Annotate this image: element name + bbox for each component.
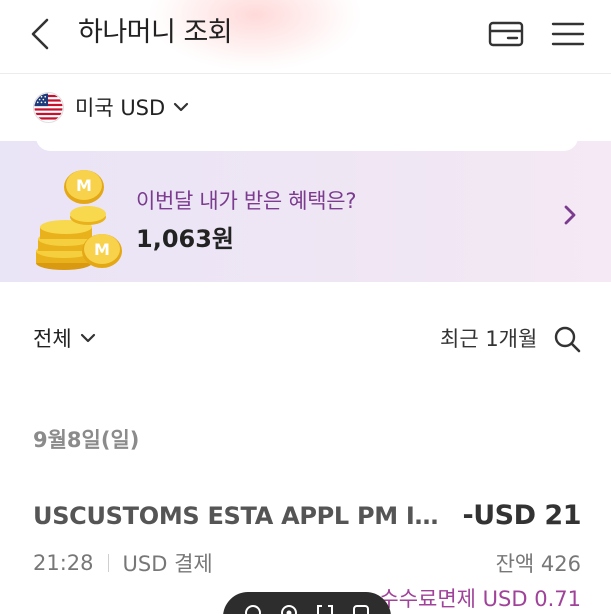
- type-filter-dropdown[interactable]: 전체: [33, 322, 96, 354]
- hamburger-menu-icon: [551, 22, 585, 46]
- chevron-down-icon: [80, 333, 96, 343]
- currency-label: 미국 USD: [75, 96, 166, 120]
- period-filter[interactable]: 최근 1개월: [440, 322, 537, 354]
- transaction-balance: 잔액 426: [495, 552, 581, 576]
- credit-card-icon: [488, 21, 524, 47]
- app-header: 하나머니 조회: [0, 0, 611, 74]
- us-flag-icon: [33, 91, 64, 123]
- currency-selector[interactable]: 미국 USD: [33, 90, 189, 124]
- transaction-meta: 21:28 USD 결제: [33, 548, 213, 578]
- search-button[interactable]: [550, 322, 584, 356]
- chevron-left-icon: [31, 18, 49, 50]
- currency-row: 미국 USD: [0, 75, 611, 141]
- chevron-right-icon[interactable]: [558, 203, 582, 227]
- chevron-down-icon: [173, 102, 189, 112]
- card-button[interactable]: [486, 16, 526, 52]
- meta-divider: [107, 554, 109, 572]
- back-button[interactable]: [20, 14, 60, 54]
- transaction-amount: -USD 21: [462, 500, 582, 531]
- transaction-fee: 수수료면제 USD 0.71: [379, 587, 581, 611]
- floating-toolbar: [223, 592, 391, 614]
- benefit-question: 이번달 내가 받은 혜택은?: [136, 189, 357, 213]
- transaction-merchant: USCUSTOMS ESTA APPL PM IND…: [33, 502, 448, 530]
- transaction-time: 21:28: [33, 551, 94, 575]
- search-icon: [554, 326, 581, 353]
- target-icon[interactable]: [278, 602, 300, 614]
- brackets-icon[interactable]: [314, 602, 336, 614]
- type-filter-label: 전체: [33, 327, 72, 351]
- svg-text:M: M: [76, 176, 92, 195]
- benefit-banner[interactable]: M M 이번달 내가 받은 혜택은? 1,063원: [0, 141, 611, 282]
- page-title: 하나머니 조회: [78, 17, 233, 48]
- circle-icon[interactable]: [242, 602, 264, 614]
- svg-text:M: M: [94, 240, 110, 259]
- banner-top-tab: [36, 141, 578, 151]
- menu-button[interactable]: [548, 16, 588, 52]
- square-icon[interactable]: [350, 602, 372, 614]
- date-heading: 9월8일(일): [33, 428, 140, 452]
- benefit-amount: 1,063원: [136, 225, 234, 253]
- transaction-method: USD 결제: [122, 552, 213, 576]
- gold-coins-icon: M M: [36, 170, 122, 270]
